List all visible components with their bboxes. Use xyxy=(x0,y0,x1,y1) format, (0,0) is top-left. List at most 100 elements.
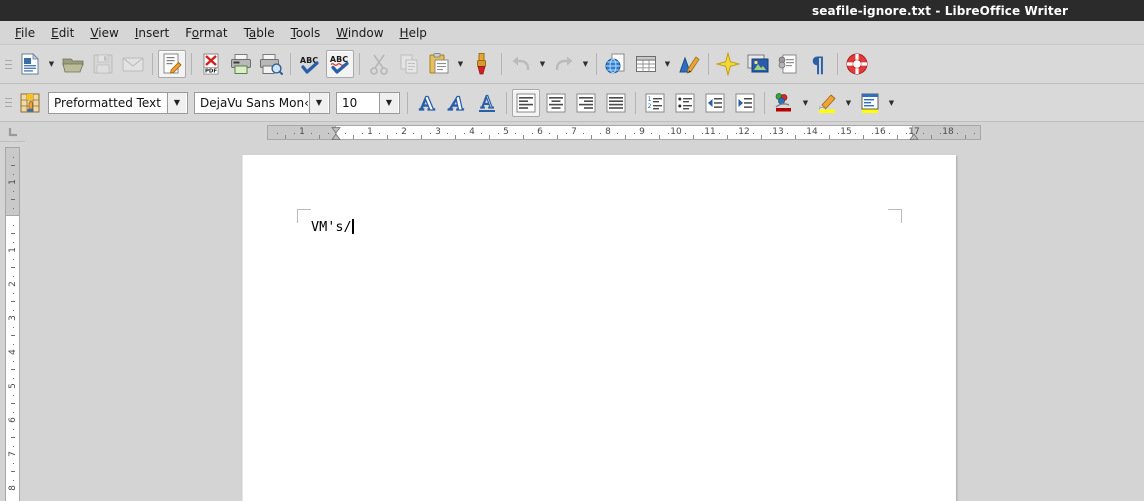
email-envelope-icon[interactable] xyxy=(119,50,147,78)
unordered-list-button[interactable] xyxy=(671,89,699,117)
font-name-dropdown-icon[interactable]: ▼ xyxy=(309,92,328,113)
paste-clipboard-icon[interactable] xyxy=(425,50,453,78)
menu-view[interactable]: View xyxy=(82,24,126,42)
vertical-ruler-dot xyxy=(13,361,14,362)
vertical-ruler-track[interactable]: 1 1 2 3 4 5 6 7 8 xyxy=(5,147,20,501)
first-line-indent-marker[interactable] xyxy=(331,127,341,140)
insert-table-dropdown-icon[interactable] xyxy=(661,50,674,78)
document-text-line[interactable]: VM's/ xyxy=(311,219,354,235)
vertical-ruler-tick-label: 3 xyxy=(7,315,18,321)
track-changes-icon[interactable] xyxy=(774,50,802,78)
insert-table-icon[interactable] xyxy=(632,50,660,78)
font-size-dropdown-icon[interactable]: ▼ xyxy=(379,92,398,113)
italic-button[interactable]: A xyxy=(443,89,471,117)
vertical-ruler-dot xyxy=(13,446,14,447)
align-left-button[interactable] xyxy=(512,88,540,117)
decrease-indent-button[interactable] xyxy=(701,89,729,117)
clone-formatting-icon[interactable] xyxy=(468,50,496,78)
auto-spellcheck-icon[interactable]: ABC xyxy=(326,50,354,78)
menu-window[interactable]: Window xyxy=(328,24,391,42)
toolbar-grip[interactable] xyxy=(4,51,13,77)
save-floppy-icon[interactable] xyxy=(89,50,117,78)
undo-arrow-icon[interactable] xyxy=(507,50,535,78)
vertical-ruler-tick-label: 5 xyxy=(7,383,18,389)
ruler-quarter-dot xyxy=(396,133,397,134)
open-folder-icon[interactable] xyxy=(59,50,87,78)
font-name-combo[interactable]: DejaVu Sans Mon‹ ▼ xyxy=(194,91,330,114)
underline-button[interactable]: A xyxy=(473,89,501,117)
redo-arrow-icon[interactable] xyxy=(550,50,578,78)
print-icon[interactable] xyxy=(227,50,255,78)
undo-dropdown-icon[interactable] xyxy=(536,50,549,78)
new-document-dropdown-icon[interactable] xyxy=(45,50,58,78)
highlighting-button[interactable] xyxy=(813,89,841,117)
help-lifering-icon[interactable] xyxy=(843,50,871,78)
vertical-ruler-dot xyxy=(13,208,14,209)
hyperlink-globe-icon[interactable] xyxy=(602,50,630,78)
edit-mode-icon[interactable] xyxy=(158,50,186,78)
increase-indent-button[interactable] xyxy=(731,89,759,117)
ruler-half-mark xyxy=(387,135,388,139)
bold-button[interactable]: A xyxy=(413,89,441,117)
menu-file[interactable]: File xyxy=(7,24,43,42)
draw-functions-icon[interactable] xyxy=(675,50,703,78)
ruler-half-mark xyxy=(897,135,898,139)
ruler-tick-label: 1 xyxy=(299,127,305,137)
menu-insert[interactable]: Insert xyxy=(127,24,177,42)
paragraph-style-dropdown-icon[interactable]: ▼ xyxy=(167,92,186,113)
print-preview-icon[interactable] xyxy=(257,50,285,78)
formatting-marks-icon[interactable]: ¶ xyxy=(804,50,832,78)
menu-table[interactable]: Table xyxy=(236,24,283,42)
tab-stop-selector[interactable] xyxy=(0,122,25,142)
set-paragraph-style-icon[interactable] xyxy=(16,89,44,117)
copy-icon[interactable] xyxy=(395,50,423,78)
paste-dropdown-icon[interactable] xyxy=(454,50,467,78)
horizontal-ruler[interactable]: 1 1 2 3 4 5 6 7 8 9 10 11 12 13 14 15 16 17 18 xyxy=(25,122,1144,142)
menu-tools[interactable]: Tools xyxy=(283,24,329,42)
ruler-quarter-dot xyxy=(481,133,482,134)
gallery-star-icon[interactable] xyxy=(714,50,742,78)
ruler-half-mark xyxy=(591,135,592,139)
ruler-quarter-dot xyxy=(464,133,465,134)
cut-scissors-icon[interactable] xyxy=(365,50,393,78)
redo-dropdown-icon[interactable] xyxy=(579,50,592,78)
ordered-list-button[interactable]: 1 2 xyxy=(641,89,669,117)
horizontal-ruler-track[interactable]: 1 1 2 3 4 5 6 7 8 9 10 11 12 13 14 15 16 17 18 xyxy=(267,125,981,140)
menu-format[interactable]: Format xyxy=(177,24,235,42)
highlighting-dropdown-icon[interactable] xyxy=(842,89,855,117)
vertical-ruler-dot xyxy=(13,157,14,158)
toolbar-separator xyxy=(837,53,838,75)
ruler-quarter-dot xyxy=(600,133,601,134)
ruler-tick-label: 3 xyxy=(435,127,441,137)
align-right-button[interactable] xyxy=(572,89,600,117)
ruler-quarter-dot xyxy=(787,133,788,134)
font-color-dropdown-icon[interactable] xyxy=(799,89,812,117)
document-workspace[interactable]: VM's/ xyxy=(25,142,1144,501)
font-size-combo[interactable]: 10 ▼ xyxy=(336,91,400,114)
document-page[interactable]: VM's/ xyxy=(242,155,956,501)
paragraph-style-combo[interactable]: Preformatted Text ▼ xyxy=(48,91,188,114)
font-color-button[interactable] xyxy=(770,89,798,117)
toolbar-separator xyxy=(152,53,153,75)
svg-text:A: A xyxy=(419,93,435,115)
right-indent-marker[interactable] xyxy=(909,127,919,140)
formatting-toolbar-grip[interactable] xyxy=(4,90,13,116)
export-pdf-icon[interactable]: PDF xyxy=(197,50,225,78)
vertical-ruler-tick-label: 4 xyxy=(7,349,18,355)
paragraph-bg-dropdown-icon[interactable] xyxy=(885,89,898,117)
paragraph-bg-button[interactable] xyxy=(856,89,884,117)
new-document-icon[interactable] xyxy=(16,50,44,78)
menu-help[interactable]: Help xyxy=(392,24,435,42)
ruler-quarter-dot xyxy=(906,133,907,134)
vertical-ruler[interactable]: 1 1 2 3 4 5 6 7 8 xyxy=(0,142,25,501)
justify-button[interactable] xyxy=(602,89,630,117)
menu-edit[interactable]: Edit xyxy=(43,24,82,42)
ruler-half-mark xyxy=(285,135,286,139)
spelling-icon[interactable]: ABC xyxy=(296,50,324,78)
ruler-quarter-dot xyxy=(770,133,771,134)
standard-toolbar: PDF ABC xyxy=(0,45,1144,84)
vertical-ruler-dot xyxy=(13,327,14,328)
align-center-button[interactable] xyxy=(542,89,570,117)
insert-image-icon[interactable] xyxy=(744,50,772,78)
vertical-ruler-tick-label: 6 xyxy=(7,417,18,423)
